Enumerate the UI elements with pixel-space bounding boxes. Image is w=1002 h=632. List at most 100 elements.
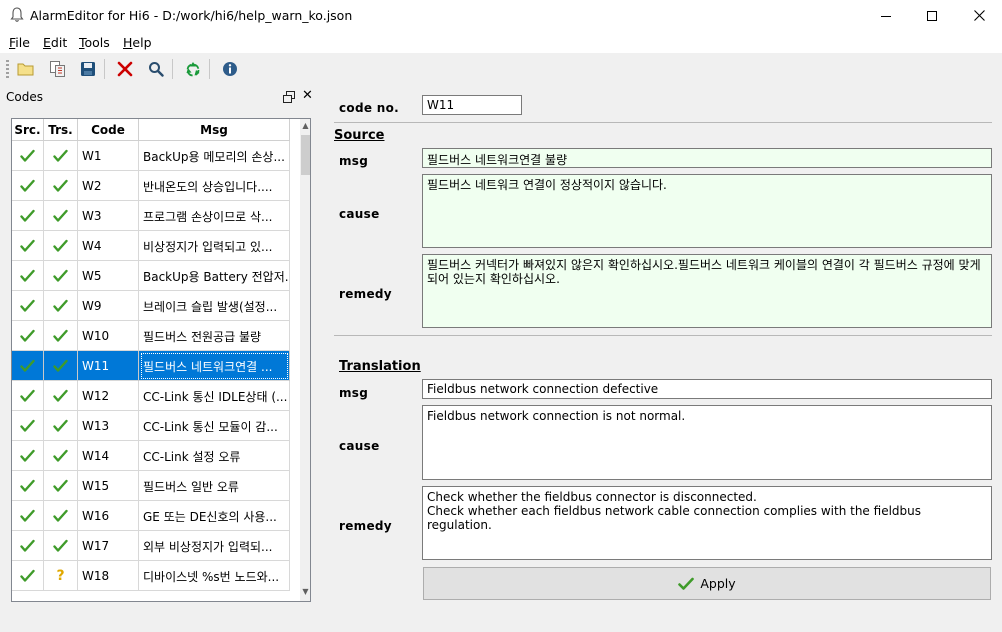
table-row[interactable]: ? W18 디바이스넷 %s번 노드와...: [12, 561, 290, 591]
table-row[interactable]: W15 필드버스 일반 오류: [12, 471, 290, 501]
translation-status-cell[interactable]: [44, 471, 78, 501]
code-cell[interactable]: W14: [78, 441, 139, 471]
code-cell[interactable]: W15: [78, 471, 139, 501]
code-cell[interactable]: W2: [78, 171, 139, 201]
source-status-cell[interactable]: [12, 501, 44, 531]
delete-button[interactable]: [114, 58, 136, 80]
code-no-field[interactable]: W11: [422, 95, 522, 115]
source-remedy-textarea[interactable]: 필드버스 커넥터가 빠져있지 않은지 확인하십시오.필드버스 네트워크 케이블의…: [422, 254, 992, 328]
message-cell[interactable]: CC-Link 통신 모듈이 감...: [139, 411, 290, 441]
message-cell[interactable]: 필드버스 일반 오류: [139, 471, 290, 501]
translation-status-cell[interactable]: [44, 441, 78, 471]
table-row[interactable]: W13 CC-Link 통신 모듈이 감...: [12, 411, 290, 441]
source-status-cell[interactable]: [12, 351, 44, 381]
code-cell[interactable]: W3: [78, 201, 139, 231]
translation-status-cell[interactable]: [44, 171, 78, 201]
scroll-down-icon[interactable]: ▼: [300, 587, 310, 599]
translation-status-cell[interactable]: [44, 411, 78, 441]
toolbar-grip[interactable]: [6, 60, 9, 78]
message-cell[interactable]: 브레이크 슬립 발생(설정...: [139, 291, 290, 321]
code-cell[interactable]: W13: [78, 411, 139, 441]
codes-table[interactable]: Src. Trs. Code Msg W1 BackUp용 메모리의 손상... W…: [11, 118, 311, 602]
menu-help[interactable]: Help: [123, 35, 152, 50]
menu-file[interactable]: File: [9, 35, 30, 50]
source-cause-textarea[interactable]: 필드버스 네트워크 연결이 정상적이지 않습니다.: [422, 174, 992, 248]
source-status-cell[interactable]: [12, 561, 44, 591]
code-cell[interactable]: W4: [78, 231, 139, 261]
table-row[interactable]: W17 외부 비상정지가 입력되...: [12, 531, 290, 561]
translation-status-cell[interactable]: [44, 201, 78, 231]
source-status-cell[interactable]: [12, 381, 44, 411]
code-cell[interactable]: W9: [78, 291, 139, 321]
source-status-cell[interactable]: [12, 441, 44, 471]
table-row[interactable]: W4 비상정지가 입력되고 있...: [12, 231, 290, 261]
code-cell[interactable]: W5: [78, 261, 139, 291]
translation-remedy-textarea[interactable]: Check whether the fieldbus connector is …: [422, 486, 992, 560]
source-status-cell[interactable]: [12, 171, 44, 201]
message-cell[interactable]: CC-Link 통신 IDLE상태 (...: [139, 381, 290, 411]
source-status-cell[interactable]: [12, 231, 44, 261]
message-cell[interactable]: GE 또는 DE신호의 사용...: [139, 501, 290, 531]
about-button[interactable]: [219, 58, 241, 80]
message-cell[interactable]: 반내온도의 상승입니다....: [139, 171, 290, 201]
code-cell[interactable]: W18: [78, 561, 139, 591]
column-header-trs[interactable]: Trs.: [44, 119, 78, 141]
apply-button[interactable]: Apply: [423, 567, 991, 600]
message-cell[interactable]: 필드버스 네트워크연결 ...: [139, 351, 290, 381]
table-row[interactable]: W2 반내온도의 상승입니다....: [12, 171, 290, 201]
scroll-thumb[interactable]: [301, 135, 310, 175]
table-row[interactable]: W5 BackUp용 Battery 전압저...: [12, 261, 290, 291]
message-cell[interactable]: BackUp용 Battery 전압저...: [139, 261, 290, 291]
copy-button[interactable]: [47, 58, 69, 80]
table-row[interactable]: W16 GE 또는 DE신호의 사용...: [12, 501, 290, 531]
source-msg-field[interactable]: 필드버스 네트워크연결 불량: [422, 148, 992, 168]
save-button[interactable]: [77, 58, 99, 80]
translation-status-cell[interactable]: [44, 531, 78, 561]
codes-vertical-scrollbar[interactable]: ▲ ▼: [300, 119, 310, 601]
source-status-cell[interactable]: [12, 141, 44, 171]
message-cell[interactable]: 비상정지가 입력되고 있...: [139, 231, 290, 261]
translation-status-cell[interactable]: [44, 261, 78, 291]
recycle-button[interactable]: [182, 58, 204, 80]
translation-msg-field[interactable]: Fieldbus network connection defective: [422, 379, 992, 399]
column-header-msg[interactable]: Msg: [139, 119, 290, 141]
table-row[interactable]: W12 CC-Link 통신 IDLE상태 (...: [12, 381, 290, 411]
code-cell[interactable]: W10: [78, 321, 139, 351]
code-cell[interactable]: W1: [78, 141, 139, 171]
message-cell[interactable]: CC-Link 설정 오류: [139, 441, 290, 471]
translation-status-cell[interactable]: [44, 141, 78, 171]
table-row[interactable]: W14 CC-Link 설정 오류: [12, 441, 290, 471]
open-button[interactable]: [15, 58, 37, 80]
column-header-code[interactable]: Code: [78, 119, 139, 141]
menu-tools[interactable]: Tools: [79, 35, 110, 50]
close-dock-icon[interactable]: ✕: [302, 88, 313, 103]
translation-status-cell[interactable]: [44, 351, 78, 381]
menu-edit[interactable]: Edit: [43, 35, 67, 50]
scroll-up-icon[interactable]: ▲: [300, 121, 310, 133]
translation-cause-textarea[interactable]: Fieldbus network connection is not norma…: [422, 405, 992, 480]
column-header-src[interactable]: Src.: [12, 119, 44, 141]
table-row[interactable]: W10 필드버스 전원공급 불량: [12, 321, 290, 351]
translation-status-cell[interactable]: [44, 321, 78, 351]
table-row[interactable]: W11 필드버스 네트워크연결 ...: [12, 351, 290, 381]
source-status-cell[interactable]: [12, 201, 44, 231]
message-cell[interactable]: 필드버스 전원공급 불량: [139, 321, 290, 351]
translation-status-cell[interactable]: [44, 381, 78, 411]
source-status-cell[interactable]: [12, 531, 44, 561]
message-cell[interactable]: 외부 비상정지가 입력되...: [139, 531, 290, 561]
message-cell[interactable]: 디바이스넷 %s번 노드와...: [139, 561, 290, 591]
code-cell[interactable]: W11: [78, 351, 139, 381]
code-cell[interactable]: W12: [78, 381, 139, 411]
code-cell[interactable]: W17: [78, 531, 139, 561]
source-status-cell[interactable]: [12, 261, 44, 291]
source-status-cell[interactable]: [12, 321, 44, 351]
source-status-cell[interactable]: [12, 471, 44, 501]
source-status-cell[interactable]: [12, 411, 44, 441]
code-cell[interactable]: W16: [78, 501, 139, 531]
close-window-button[interactable]: [956, 0, 1002, 31]
table-row[interactable]: W3 프로그램 손상이므로 삭...: [12, 201, 290, 231]
source-status-cell[interactable]: [12, 291, 44, 321]
message-cell[interactable]: 프로그램 손상이므로 삭...: [139, 201, 290, 231]
translation-status-cell[interactable]: ?: [44, 561, 78, 591]
maximize-button[interactable]: [909, 0, 955, 31]
